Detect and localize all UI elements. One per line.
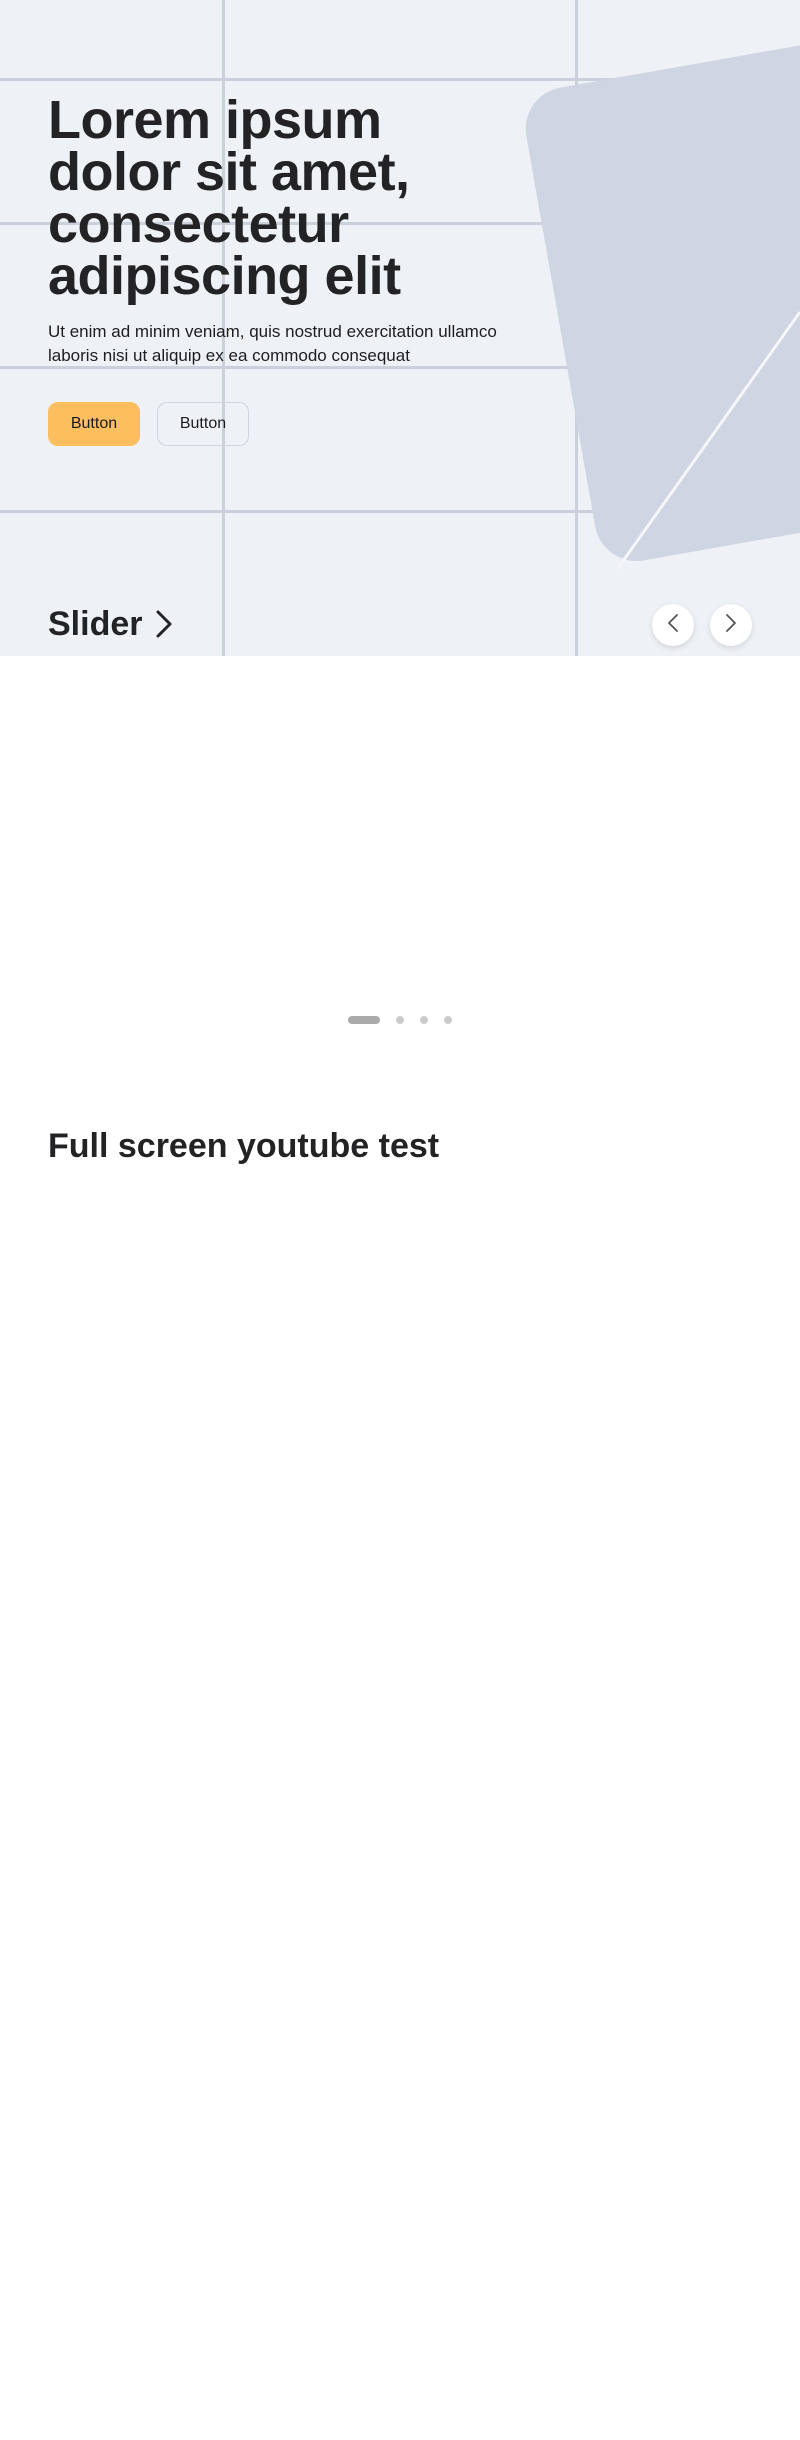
slider-next-button[interactable] (710, 604, 752, 646)
hero-title: Lorem ipsum dolor sit amet, consectetur … (48, 90, 410, 306)
primary-button[interactable]: Button (48, 402, 140, 446)
slider-track (0, 656, 800, 996)
slider-prev-button[interactable] (652, 604, 694, 646)
hero-section: Lorem ipsum dolor sit amet, consectetur … (0, 0, 800, 656)
video-embed-area[interactable] (0, 1190, 800, 2440)
slider-dot[interactable] (444, 1016, 452, 1024)
page: Lorem ipsum dolor sit amet, consectetur … (0, 0, 800, 2440)
slider-dot[interactable] (420, 1016, 428, 1024)
slider-heading-link[interactable]: Slider (48, 601, 172, 647)
chevron-right-icon (156, 610, 172, 638)
video-section-title: Full screen youtube test (48, 1127, 440, 1165)
decorative-card (519, 32, 800, 568)
slider-pagination (348, 1016, 452, 1024)
hero-subtitle: Ut enim ad minim veniam, quis nostrud ex… (48, 322, 497, 365)
chevron-left-icon (667, 613, 679, 638)
chevron-right-icon (725, 613, 737, 638)
slider-dot[interactable] (396, 1016, 404, 1024)
secondary-button[interactable]: Button (157, 402, 249, 446)
slider-dot-active[interactable] (348, 1016, 380, 1024)
slider-heading: Slider (48, 605, 143, 643)
